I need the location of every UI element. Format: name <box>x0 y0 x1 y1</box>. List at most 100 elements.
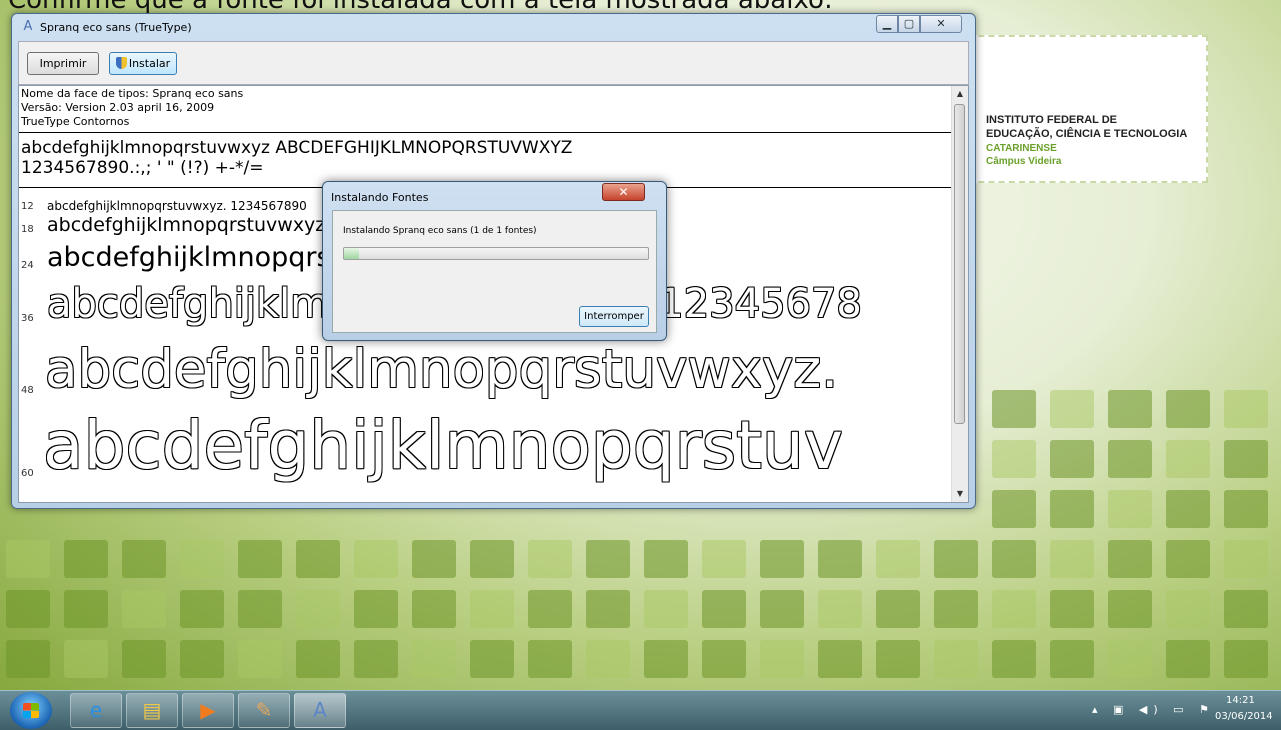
wallpaper-tile <box>1224 590 1268 628</box>
print-button[interactable]: Imprimir <box>27 52 99 75</box>
wallpaper-tile <box>1224 640 1268 678</box>
wallpaper-tile <box>1224 490 1268 528</box>
wallpaper-tile <box>354 590 398 628</box>
size-label: 18 <box>21 224 34 235</box>
install-progress-bar <box>343 247 649 260</box>
wallpaper-tile <box>876 540 920 578</box>
close-button[interactable]: ✕ <box>920 15 962 33</box>
media-player-icon[interactable]: ▶ <box>182 693 234 728</box>
wallpaper-tile <box>354 640 398 678</box>
install-button[interactable]: Instalar <box>109 52 177 75</box>
wallpaper-tile <box>1166 540 1210 578</box>
wallpaper-tile <box>934 640 978 678</box>
wallpaper-tile <box>586 590 630 628</box>
sample-alphabet: abcdefghijklmnopqrstuvwxyz ABCDEFGHIJKLM… <box>21 138 573 158</box>
clock-time[interactable]: 14:21 <box>1226 695 1255 706</box>
wallpaper-tile <box>6 590 50 628</box>
start-button[interactable] <box>10 692 52 729</box>
size-label: 60 <box>21 468 34 479</box>
institution-logo: INSTITUTO FEDERAL DE EDUCAÇÃO, CIÊNCIA E… <box>958 35 1208 183</box>
wallpaper-tile <box>64 590 108 628</box>
wallpaper-tile <box>702 590 746 628</box>
wallpaper-tile <box>296 640 340 678</box>
minimize-icon: ▁ <box>882 17 892 30</box>
wallpaper-tile <box>1108 640 1152 678</box>
wallpaper-tile <box>528 540 572 578</box>
wallpaper-tile <box>296 590 340 628</box>
scroll-up-icon[interactable]: ▲ <box>952 86 968 102</box>
wallpaper-tile <box>1166 490 1210 528</box>
close-icon: ✕ <box>618 185 629 199</box>
internet-explorer-icon[interactable]: e <box>70 693 122 728</box>
wallpaper-tile <box>1050 390 1094 428</box>
wallpaper-tile <box>1224 390 1268 428</box>
wallpaper-tile <box>586 540 630 578</box>
wallpaper-tile <box>1050 540 1094 578</box>
wallpaper-tile <box>238 640 282 678</box>
wallpaper-tile <box>1050 440 1094 478</box>
wallpaper-tile <box>64 640 108 678</box>
close-icon: ✕ <box>936 17 946 30</box>
size-sample: abcdefghijklmnopqrstuvwxyz. <box>45 339 839 400</box>
wallpaper-tile <box>760 640 804 678</box>
file-explorer-icon[interactable]: ▤ <box>126 693 178 728</box>
wallpaper-tile <box>528 640 572 678</box>
system-tray[interactable]: ▴ ▣ ◀) ▭ ⚑ <box>1092 703 1215 716</box>
wallpaper-tile <box>470 590 514 628</box>
vertical-scrollbar[interactable]: ▲ ▼ <box>951 86 968 502</box>
wallpaper-tile <box>296 540 340 578</box>
wallpaper-tile <box>876 640 920 678</box>
wallpaper-tile <box>586 640 630 678</box>
dialog-body: Instalando Spranq eco sans (1 de 1 fonte… <box>332 210 657 333</box>
wallpaper-tile <box>934 590 978 628</box>
size-label: 24 <box>21 260 34 271</box>
logo-line-4: Câmpus Videira <box>986 156 1062 167</box>
progress-fill <box>344 248 360 259</box>
wallpaper-tile <box>1224 440 1268 478</box>
install-status-message: Instalando Spranq eco sans (1 de 1 fonte… <box>343 226 537 236</box>
logo-line-1: INSTITUTO FEDERAL DE <box>986 114 1117 126</box>
wallpaper-tile <box>412 590 456 628</box>
wallpaper-tile <box>644 590 688 628</box>
wallpaper-tile <box>934 540 978 578</box>
font-version: Versão: Version 2.03 april 16, 2009 <box>21 101 215 114</box>
dialog-close-button[interactable]: ✕ <box>602 183 645 201</box>
size-label: 36 <box>21 313 34 324</box>
wallpaper-tile <box>122 640 166 678</box>
scroll-down-icon[interactable]: ▼ <box>952 486 968 502</box>
wallpaper-tile <box>354 540 398 578</box>
toolbar: Imprimir Instalar <box>18 41 969 85</box>
dialog-title: Instalando Fontes <box>331 191 429 204</box>
wallpaper-tile <box>180 590 224 628</box>
maximize-button[interactable]: ▢ <box>898 15 920 33</box>
wallpaper-tile <box>1108 440 1152 478</box>
minimize-button[interactable]: ▁ <box>876 15 898 33</box>
wallpaper-tile <box>992 640 1036 678</box>
wallpaper-tile <box>644 540 688 578</box>
wallpaper-tile <box>1050 590 1094 628</box>
taskbar: e ▤ ▶ ✎ A ▴ ▣ ◀) ▭ ⚑ 14:21 03/06/2014 <box>0 690 1281 730</box>
wallpaper-tile <box>470 640 514 678</box>
wallpaper-tile <box>238 540 282 578</box>
scroll-thumb[interactable] <box>954 104 965 424</box>
installing-fonts-dialog[interactable]: Instalando Fontes ✕ Instalando Spranq ec… <box>322 181 667 341</box>
uac-shield-icon <box>115 57 127 69</box>
wallpaper-tile <box>6 640 50 678</box>
wallpaper-tile <box>180 640 224 678</box>
logo-line-2: EDUCAÇÃO, CIÊNCIA E TECNOLOGIA <box>986 128 1188 140</box>
clock-date[interactable]: 03/06/2014 <box>1215 711 1273 722</box>
wallpaper-tile <box>528 590 572 628</box>
wallpaper-tile <box>1050 640 1094 678</box>
font-type: TrueType Contornos <box>21 115 130 128</box>
wallpaper-tile <box>412 640 456 678</box>
wallpaper-tile <box>412 540 456 578</box>
font-viewer-icon[interactable]: A <box>294 693 346 728</box>
wallpaper-tile <box>1050 490 1094 528</box>
wallpaper-tile <box>818 640 862 678</box>
wallpaper-tile <box>992 540 1036 578</box>
wallpaper-tile <box>702 640 746 678</box>
paint-icon[interactable]: ✎ <box>238 693 290 728</box>
stop-button[interactable]: Interromper <box>579 306 649 327</box>
size-sample: abcdefghijklmnopqrstuvwxyz. 1234567890 <box>47 199 307 213</box>
wallpaper-tile <box>470 540 514 578</box>
